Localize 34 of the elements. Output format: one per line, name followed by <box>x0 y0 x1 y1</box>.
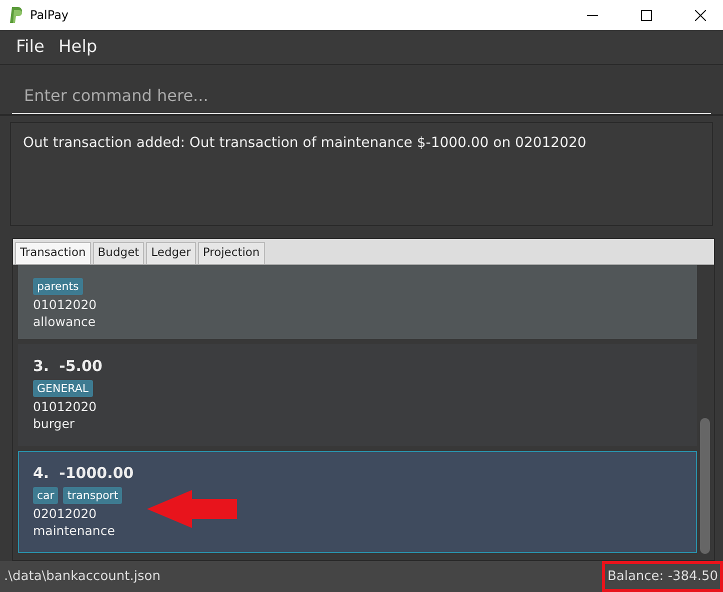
transaction-index: 4. <box>33 464 50 482</box>
file-path: .\data\bankaccount.json <box>4 569 160 584</box>
tab[interactable]: Ledger <box>146 242 196 264</box>
left-arrow-icon <box>147 490 237 528</box>
tag-label: car <box>33 486 58 504</box>
maximize-icon <box>640 10 652 20</box>
menu-item[interactable]: File <box>16 37 44 58</box>
transaction-amount: -5.00 <box>59 356 102 375</box>
tab[interactable]: Budget <box>92 242 144 264</box>
balance-label: Balance: -384.50 <box>602 561 723 592</box>
scrollbar-thumb[interactable] <box>700 418 710 554</box>
tag-label: parents <box>33 278 83 295</box>
menu-item[interactable]: Help <box>58 37 98 58</box>
tab[interactable]: Projection <box>198 242 265 264</box>
window-title: PalPay <box>30 8 70 22</box>
command-input[interactable]: Enter command here... <box>12 82 711 114</box>
app-logo-icon <box>10 7 22 23</box>
transaction-description: maintenance <box>33 522 116 538</box>
tab[interactable]: Transaction <box>15 242 91 264</box>
transaction-amount: -1000.00 <box>59 464 134 482</box>
transaction-card[interactable]: 4. -1000.00 car transport 02012020 maintenance <box>18 450 697 553</box>
close-icon <box>694 10 706 20</box>
transaction-description: allowance <box>33 314 97 329</box>
transaction-date: 01012020 <box>33 398 98 414</box>
tag-label: transport <box>63 486 122 504</box>
transaction-date: 02012020 <box>33 506 98 521</box>
tag-label: GENERAL <box>33 380 93 397</box>
transaction-index: 3. <box>33 356 50 375</box>
minimize-icon <box>586 14 598 16</box>
transaction-description: burger <box>33 416 76 431</box>
transaction-date: 01012020 <box>33 296 98 312</box>
result-message: Out transaction added: Out transaction of maintenance $-1000.00 on 02012020 <box>10 122 713 226</box>
transaction-card[interactable]: 3. -5.00 GENERAL 01012020 burger <box>18 344 697 446</box>
transaction-card[interactable]: parents 01012020 allowance <box>18 264 697 339</box>
